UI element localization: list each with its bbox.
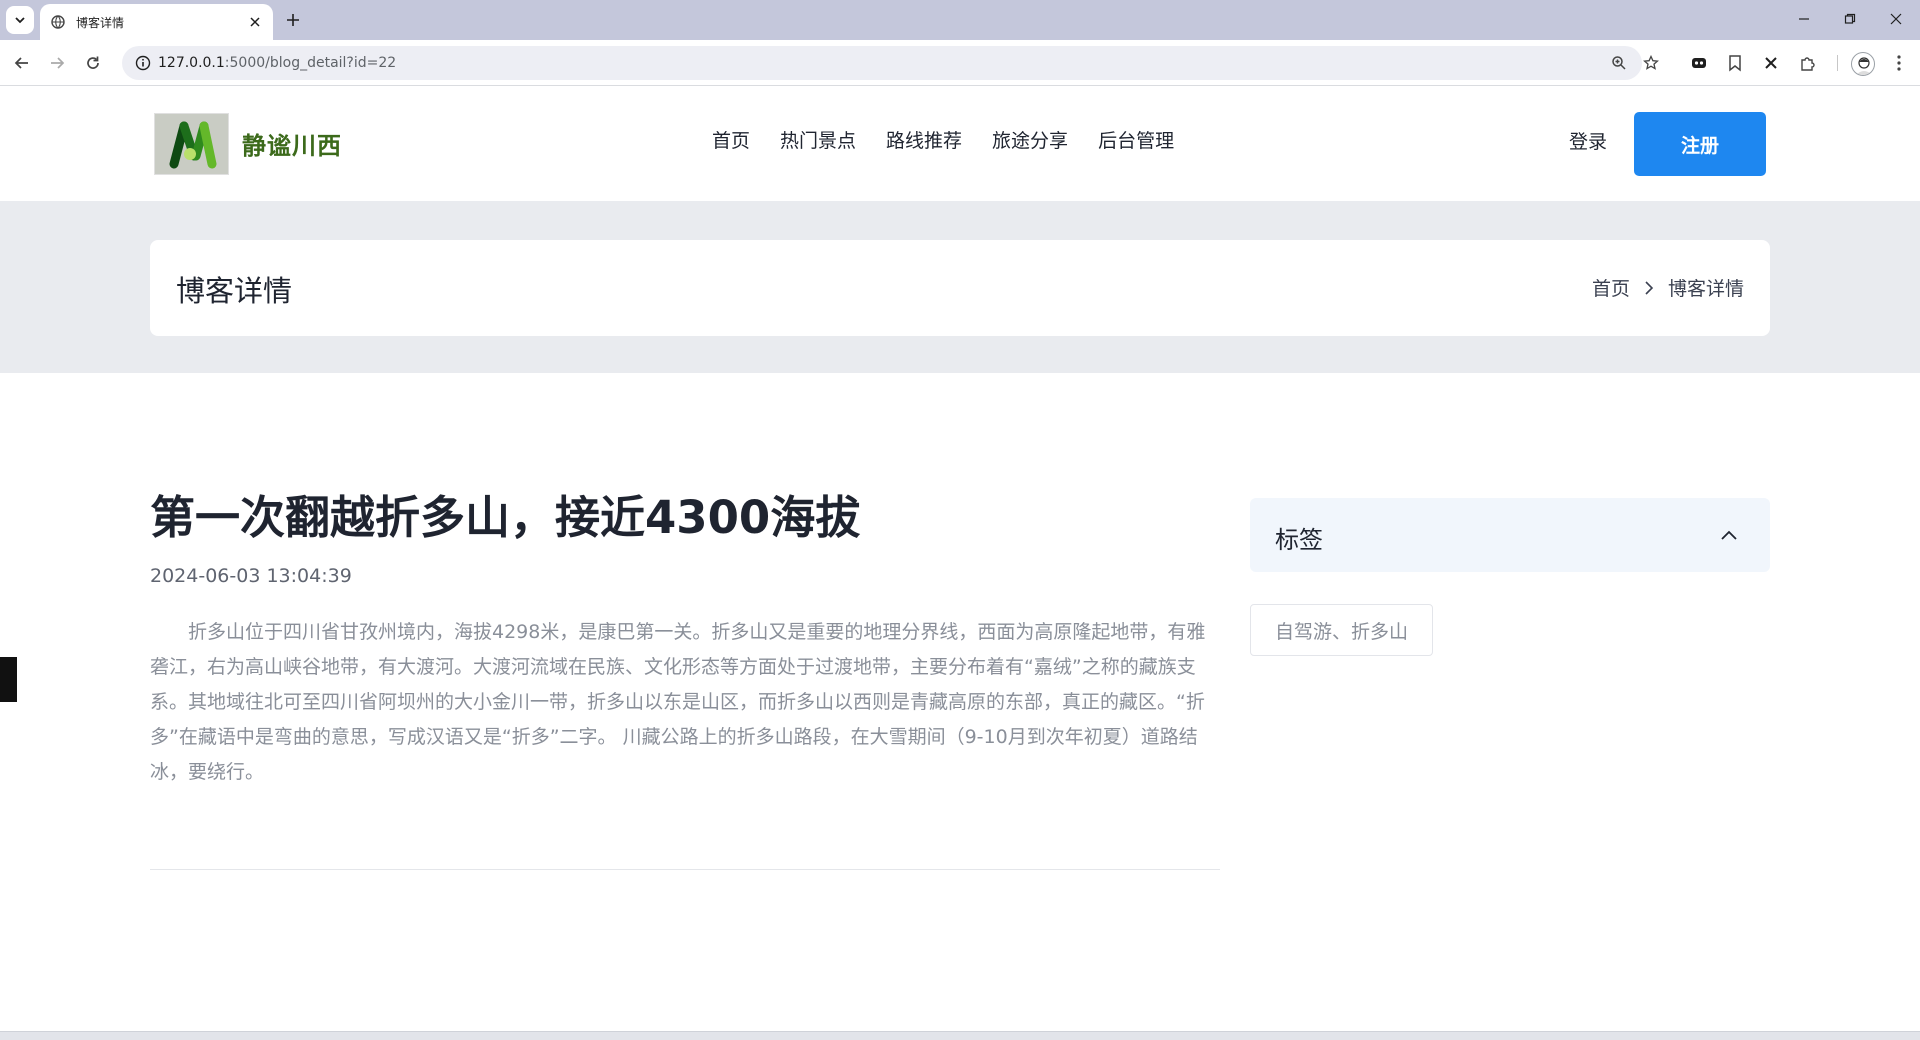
bookmark-star-icon[interactable] bbox=[1641, 53, 1661, 73]
breadcrumb: 首页 博客详情 bbox=[1592, 274, 1744, 301]
breadcrumb-current: 博客详情 bbox=[1667, 278, 1744, 300]
reload-icon[interactable] bbox=[79, 49, 107, 77]
nav-item-admin[interactable]: 后台管理 bbox=[1098, 126, 1174, 153]
close-window-icon[interactable] bbox=[1873, 0, 1919, 38]
page-bottom-edge bbox=[0, 1031, 1920, 1040]
nav-item-travel-share[interactable]: 旅途分享 bbox=[992, 126, 1068, 153]
browser-menu-icon[interactable] bbox=[1888, 52, 1910, 74]
address-bar[interactable]: 127.0.0.1:5000/blog_detail?id=22 bbox=[122, 46, 1659, 80]
register-button[interactable]: 注册 bbox=[1634, 112, 1766, 176]
site-logo-image[interactable] bbox=[154, 113, 229, 175]
side-floating-widget[interactable] bbox=[0, 657, 17, 702]
breadcrumb-home-link[interactable]: 首页 bbox=[1592, 274, 1630, 301]
tags-panel-header[interactable]: 标签 bbox=[1250, 498, 1770, 572]
blog-article: 第一次翻越折多山，接近4300海拔 2024-06-03 13:04:39 折多… bbox=[150, 485, 1220, 790]
reading-list-icon[interactable] bbox=[1724, 52, 1746, 74]
tab-search-chevron-icon[interactable] bbox=[6, 6, 34, 34]
chevron-up-icon[interactable] bbox=[1718, 524, 1740, 546]
forward-arrow-icon[interactable] bbox=[43, 49, 71, 77]
article-date: 2024-06-03 13:04:39 bbox=[150, 565, 352, 587]
browser-toolbar: 127.0.0.1:5000/blog_detail?id=22 bbox=[0, 40, 1920, 86]
site-header: 静谧川西 首页 热门景点 路线推荐 旅途分享 后台管理 登录 注册 bbox=[0, 86, 1920, 201]
toolbar-separator bbox=[1837, 55, 1838, 71]
tag-chip[interactable]: 自驾游、折多山 bbox=[1250, 604, 1434, 656]
article-title: 第一次翻越折多山，接近4300海拔 bbox=[150, 491, 861, 544]
login-link[interactable]: 登录 bbox=[1569, 127, 1607, 154]
url-host: 127.0.0.1 bbox=[158, 55, 225, 71]
main-nav: 首页 热门景点 路线推荐 旅途分享 后台管理 bbox=[712, 126, 1204, 153]
chevron-right-icon bbox=[1644, 280, 1654, 295]
extension-mask-icon[interactable] bbox=[1688, 52, 1710, 74]
url-path: :5000/blog_detail?id=22 bbox=[224, 55, 397, 71]
extensions-puzzle-icon[interactable] bbox=[1797, 52, 1819, 74]
url-text: 127.0.0.1:5000/blog_detail?id=22 bbox=[158, 55, 396, 71]
globe-icon bbox=[50, 14, 66, 30]
page-title-band: 博客详情 首页 博客详情 bbox=[0, 201, 1920, 373]
back-arrow-icon[interactable] bbox=[8, 49, 36, 77]
article-body: 折多山位于四川省甘孜州境内，海拔4298米，是康巴第一关。折多山又是重要的地理分… bbox=[150, 621, 1206, 783]
extension-x-icon[interactable] bbox=[1760, 52, 1782, 74]
page-title: 博客详情 bbox=[176, 274, 293, 308]
browser-tab[interactable]: 博客详情 bbox=[40, 4, 273, 40]
tab-title: 博客详情 bbox=[76, 15, 125, 30]
tags-panel-title: 标签 bbox=[1275, 526, 1323, 554]
new-tab-plus-icon[interactable] bbox=[280, 7, 306, 33]
nav-item-routes[interactable]: 路线推荐 bbox=[886, 126, 962, 153]
browser-tab-strip: 博客详情 bbox=[0, 0, 1920, 40]
page-title-card: 博客详情 首页 博客详情 bbox=[150, 240, 1770, 336]
minimize-icon[interactable] bbox=[1781, 0, 1827, 38]
site-info-icon[interactable] bbox=[128, 55, 158, 71]
nav-item-home[interactable]: 首页 bbox=[712, 126, 750, 153]
zoom-icon[interactable] bbox=[1609, 53, 1629, 73]
restore-icon[interactable] bbox=[1827, 0, 1873, 38]
profile-avatar[interactable] bbox=[1851, 52, 1875, 76]
nav-item-attractions[interactable]: 热门景点 bbox=[780, 126, 856, 153]
close-tab-icon[interactable] bbox=[245, 12, 265, 32]
site-logo-text[interactable]: 静谧川西 bbox=[242, 126, 342, 161]
article-divider bbox=[150, 869, 1220, 870]
